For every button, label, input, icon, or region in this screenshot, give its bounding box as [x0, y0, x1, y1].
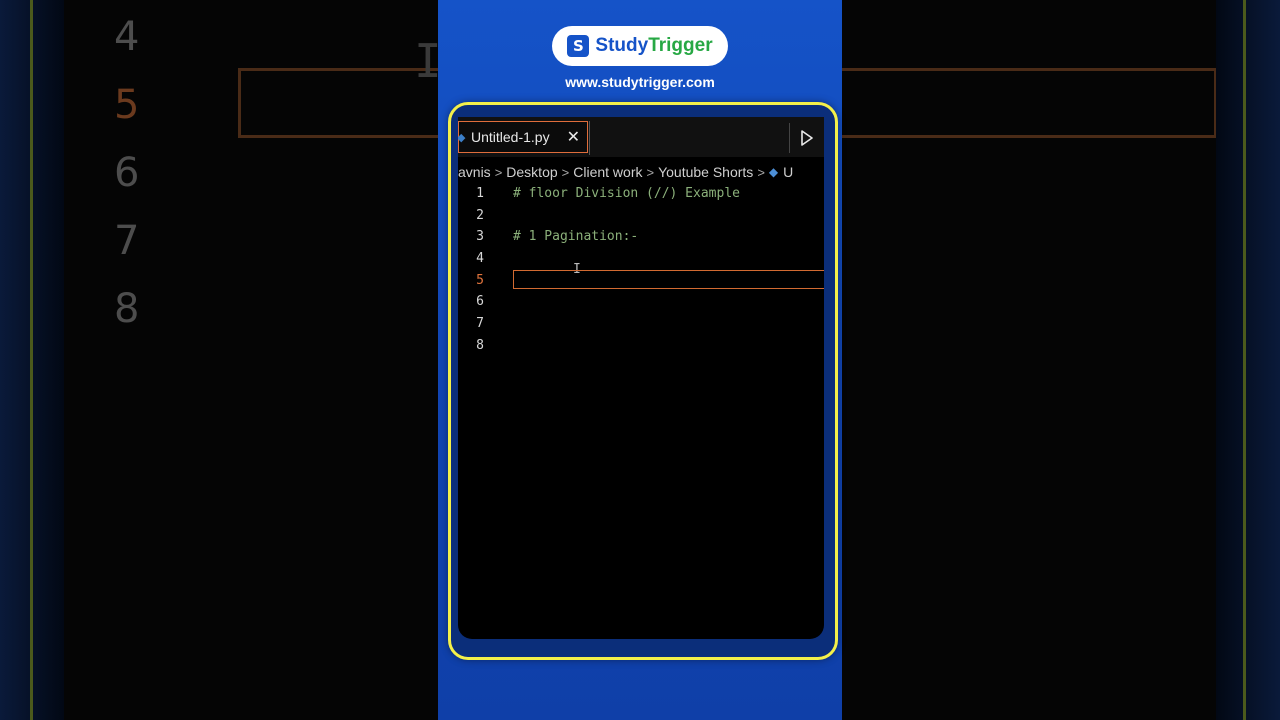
line-text[interactable]: # floor Division (//) Example [513, 186, 740, 201]
breadcrumb-item[interactable]: U [783, 164, 793, 180]
code-line[interactable]: 6 [458, 291, 824, 313]
breadcrumb-item[interactable]: Desktop [506, 164, 557, 180]
background-right [842, 0, 1280, 720]
brand-logo-pill: S StudyTrigger [552, 26, 728, 66]
chevron-right-icon: > [494, 164, 503, 180]
run-button[interactable] [789, 123, 824, 153]
tab-untitled-1[interactable]: ◆ Untitled-1.py ✕ [458, 121, 588, 153]
line-text[interactable]: # 1 Pagination:- [513, 229, 638, 244]
tab-title: Untitled-1.py [471, 129, 550, 145]
bg-line-number: 7 [114, 218, 140, 264]
code-line[interactable]: 3 # 1 Pagination:- [458, 226, 824, 248]
studytrigger-logo-icon: S [567, 35, 590, 57]
chevron-right-icon: > [561, 164, 570, 180]
bg-current-line-box [238, 68, 438, 138]
background-accent-line [30, 0, 33, 720]
line-number: 3 [476, 229, 484, 245]
brand-name: StudyTrigger [595, 35, 712, 57]
background-accent-line [1243, 0, 1246, 720]
tab-divider [589, 121, 590, 155]
breadcrumb: avnis > Desktop > Client work > Youtube … [458, 161, 824, 183]
code-editor[interactable]: ◆ Untitled-1.py ✕ avnis > Desktop > Clie… [458, 117, 824, 639]
python-file-icon: ◆ [458, 131, 466, 144]
python-file-icon: ◆ [768, 165, 779, 179]
code-line[interactable]: 1 # floor Division (//) Example [458, 183, 824, 205]
bg-current-line-box [842, 68, 1217, 138]
line-number: 4 [476, 251, 484, 267]
breadcrumb-item[interactable]: avnis [458, 164, 491, 180]
editor-frame: ◆ Untitled-1.py ✕ avnis > Desktop > Clie… [448, 102, 838, 660]
code-line[interactable]: 2 [458, 205, 824, 227]
line-number: 8 [476, 337, 484, 353]
code-line[interactable]: 8 [458, 335, 824, 357]
code-line[interactable]: 4 [458, 248, 824, 270]
line-number: 1 [476, 186, 484, 201]
play-icon [801, 130, 813, 146]
code-line[interactable]: 7 [458, 313, 824, 335]
brand-name-part2: Trigger [648, 35, 713, 56]
background-edge [1216, 0, 1280, 720]
breadcrumb-item[interactable]: Client work [573, 164, 642, 180]
line-number-active: 5 [476, 272, 484, 288]
current-line-highlight [513, 269, 824, 289]
background-left: 4 5 6 7 8 I [0, 0, 438, 720]
code-lines[interactable]: 1 # floor Division (//) Example 2 3 # 1 … [458, 183, 824, 357]
line-number: 2 [476, 207, 484, 223]
breadcrumb-item[interactable]: Youtube Shorts [658, 164, 753, 180]
close-icon[interactable]: ✕ [567, 127, 580, 147]
bg-line-number: 4 [114, 14, 140, 60]
bg-line-number-active: 5 [114, 82, 140, 128]
bg-line-number: 6 [114, 150, 140, 196]
chevron-right-icon: > [646, 164, 655, 180]
line-number: 6 [476, 294, 484, 310]
bg-line-number: 8 [114, 286, 140, 332]
video-panel: S StudyTrigger www.studytrigger.com ◆ Un… [438, 0, 842, 720]
bg-text-cursor-icon: I [414, 34, 438, 88]
line-number: 7 [476, 316, 484, 332]
tab-bar: ◆ Untitled-1.py ✕ [458, 117, 824, 157]
chevron-right-icon: > [757, 164, 765, 180]
site-url: www.studytrigger.com [565, 74, 715, 90]
code-line-active[interactable]: I 5 [458, 262, 824, 292]
brand-name-part1: Study [595, 35, 649, 56]
